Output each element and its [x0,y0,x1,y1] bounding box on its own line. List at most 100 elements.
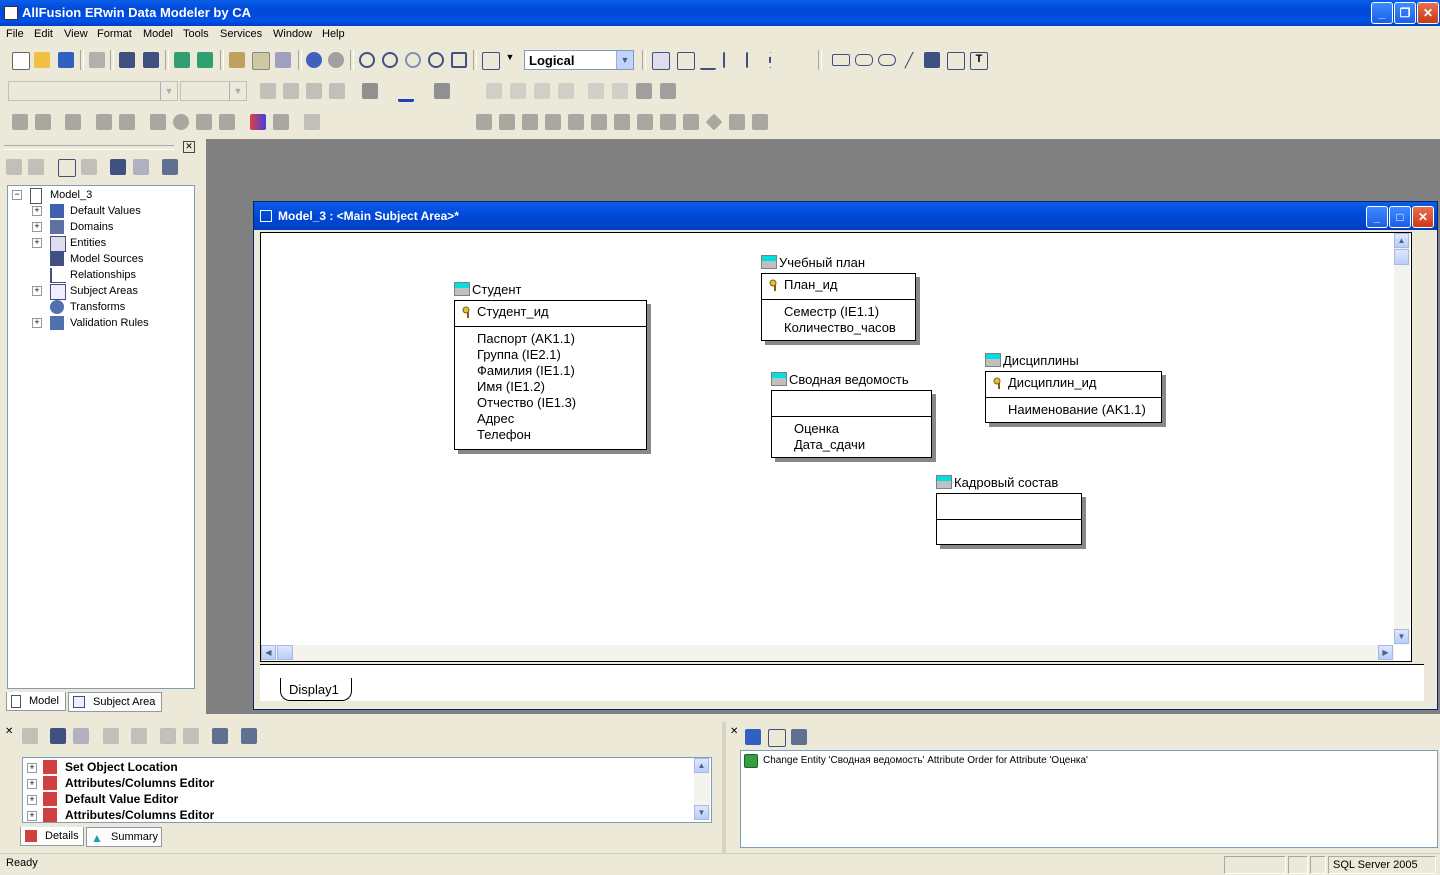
msg-eraser-icon[interactable] [791,729,807,745]
entity-name-student[interactable]: Студент [472,282,522,297]
tab-details[interactable]: Details [20,827,84,846]
rectangle-icon[interactable] [832,54,850,66]
explorer-find-icon[interactable] [110,159,126,175]
scroll-up-icon[interactable]: ▲ [694,758,709,773]
log-eraser-icon[interactable] [241,728,257,744]
tree-item-subject-areas[interactable]: Subject Areas [70,283,138,299]
menu-edit[interactable]: Edit [34,28,53,40]
pane-close-icon[interactable]: ✕ [730,726,738,737]
menu-services[interactable]: Services [220,28,262,40]
msg-save-icon[interactable] [745,729,761,745]
entity-box-staff[interactable] [936,493,1082,545]
entity-box-curriculum[interactable]: План_ид Семестр (IE1.1) Количество_часов [761,273,916,341]
line-color-icon[interactable] [398,83,414,102]
save-icon[interactable] [58,52,74,68]
layout-hierarchical-icon[interactable] [476,114,492,130]
text-icon[interactable]: T [970,52,988,70]
chevron-down-icon[interactable]: ▼ [616,51,633,69]
entity-attr[interactable]: Количество_часов [784,320,896,335]
log-copy-icon[interactable] [22,728,38,744]
zoom-fit-icon[interactable] [428,52,444,68]
expand-icon[interactable]: + [32,286,42,296]
align-left-icon[interactable] [486,83,502,99]
mart-compare-icon[interactable] [196,114,212,130]
bring-front-icon[interactable] [636,83,652,99]
entity-attr[interactable]: Адрес [477,411,514,426]
zoom-in-icon[interactable] [382,52,398,68]
restore-button[interactable]: ❐ [1394,2,1416,24]
layout-route-icon[interactable] [729,114,745,130]
entity-name-curriculum[interactable]: Учебный план [779,255,865,270]
log-undo-icon[interactable] [160,728,176,744]
model-template-icon[interactable] [273,114,289,130]
log-settings-icon[interactable] [212,728,228,744]
tree-item-default-values[interactable]: Default Values [70,203,141,219]
refresh-icon[interactable] [173,114,189,130]
layout-tree-icon[interactable] [499,114,515,130]
fill-color-icon[interactable] [362,83,378,99]
action-item[interactable]: Attributes/Columns Editor [65,807,214,820]
strikeout-icon[interactable] [329,83,345,99]
log-find-next-icon[interactable] [73,728,89,744]
wizard-icon[interactable] [304,114,320,130]
open-icon[interactable] [34,52,50,68]
scroll-up-icon[interactable]: ▲ [1394,233,1409,248]
entity-key-attr[interactable]: Дисциплин_ид [1008,375,1096,390]
log-find-icon[interactable] [50,728,66,744]
layout-incremental-icon[interactable] [591,114,607,130]
eraser-icon[interactable] [162,159,178,175]
close-button[interactable]: ✕ [1417,2,1439,24]
log-filter-icon[interactable] [103,728,119,744]
tab-subject-area[interactable]: Subject Area [68,692,162,712]
entity-attr[interactable]: Семестр (IE1.1) [784,304,879,319]
layout-horizontal-icon[interactable] [660,114,676,130]
scroll-thumb[interactable] [277,645,293,660]
font-name-select[interactable]: ▼ [8,81,178,101]
menu-view[interactable]: View [64,28,88,40]
category-tool-icon[interactable] [700,52,716,70]
action-item[interactable]: Default Value Editor [65,791,178,807]
align-right-icon[interactable] [534,83,550,99]
entity-box-disciplines[interactable]: Дисциплин_ид Наименование (AK1.1) [985,371,1162,423]
expand-icon[interactable]: + [27,811,37,821]
zoom-out-icon[interactable] [359,52,375,68]
lock-icon[interactable] [65,114,81,130]
entity-attr[interactable]: Фамилия (IE1.1) [477,363,575,378]
undo-icon[interactable] [306,52,322,68]
entity-attr[interactable]: Наименование (AK1.1) [1008,402,1146,417]
menu-window[interactable]: Window [273,28,312,40]
expand-icon[interactable]: + [32,222,42,232]
tab-summary[interactable]: ▲ Summary [86,827,162,847]
font-size-select[interactable]: ▼ [180,81,247,101]
tree-root-model[interactable]: Model_3 [50,187,92,203]
pin-icon[interactable] [924,52,940,68]
bold-icon[interactable] [260,83,276,99]
pointer-icon[interactable] [652,52,670,70]
forward-icon[interactable] [28,159,44,175]
display-level-icon[interactable] [482,52,500,70]
zoom-window-icon[interactable] [451,52,467,68]
msg-open-icon[interactable] [768,729,786,747]
entity-attr[interactable]: Телефон [477,427,531,442]
menu-file[interactable]: File [6,28,24,40]
entity-name-grade-sheet[interactable]: Сводная ведомость [789,372,909,387]
layout-down-icon[interactable] [614,114,630,130]
mart-report-icon[interactable] [119,114,135,130]
action-item[interactable]: Attributes/Columns Editor [65,775,214,791]
cut-icon[interactable] [229,52,245,68]
entity-box-student[interactable]: Студент_ид Паспорт (AK1.1) Группа (IE2.1… [454,300,647,450]
font-color-icon[interactable] [434,83,450,99]
expand-icon[interactable]: + [32,206,42,216]
line-icon[interactable]: ╱ [901,52,917,68]
layout-page-icon[interactable] [683,114,699,130]
entity-attr[interactable]: Группа (IE2.1) [477,347,561,362]
delete-icon[interactable] [81,159,97,175]
pane-splitter[interactable] [722,722,726,853]
canvas-hscroll[interactable]: ◀ ▶ [261,645,1394,661]
entity-attr[interactable]: Отчество (IE1.3) [477,395,576,410]
properties-icon[interactable] [58,159,76,177]
expand-icon[interactable]: + [32,318,42,328]
non-identifying-relationship-icon[interactable] [769,52,787,68]
entity-attr[interactable]: Паспорт (AK1.1) [477,331,575,346]
entity-attr[interactable]: Имя (IE1.2) [477,379,545,394]
